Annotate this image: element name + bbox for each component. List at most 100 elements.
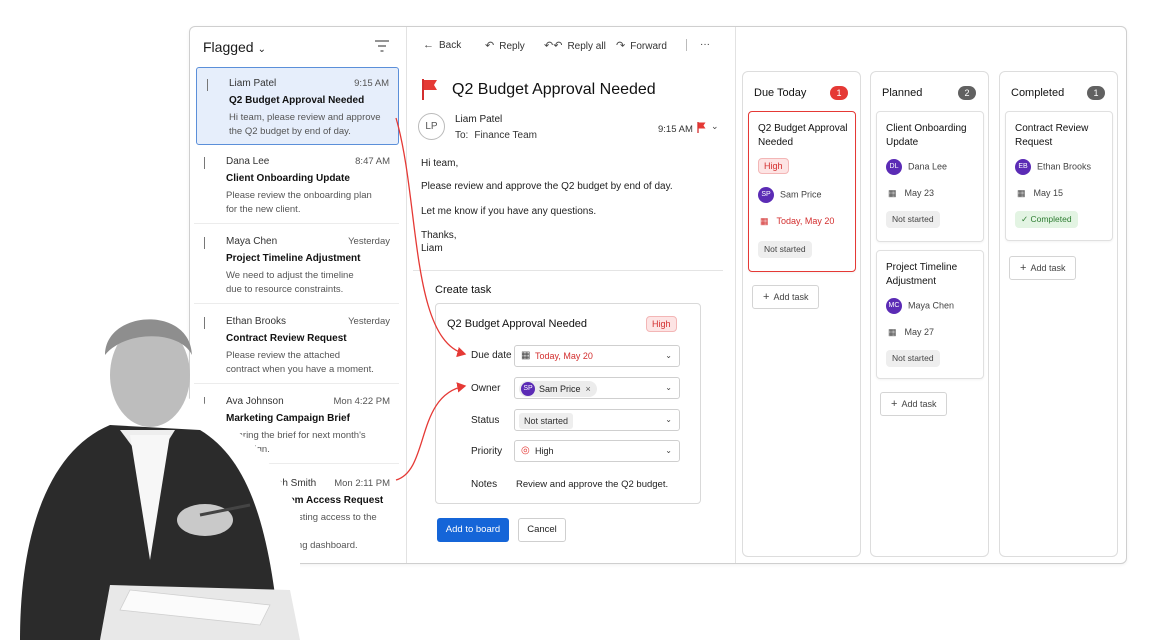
back-button[interactable]: ← Back (423, 39, 461, 51)
due-date-label: Due date (471, 350, 512, 361)
folder-dropdown[interactable]: Flagged ⌄ (203, 39, 266, 55)
card-assignee: DL Dana Lee (886, 159, 947, 175)
due-date-field[interactable]: ▦ Today, May 20 ⌄ (514, 345, 680, 367)
folder-title: Flagged (203, 39, 254, 55)
card-due-date: ▦ May 23 (888, 188, 934, 199)
task-card[interactable]: Q2 Budget Approval Needed High SP Sam Pri… (748, 111, 856, 272)
mail-item[interactable]: Dana Lee 8:47 AM Client Onboarding Updat… (194, 146, 399, 224)
card-title: Client Onboarding Update (886, 123, 967, 148)
card-due-date: ▦ Today, May 20 (760, 216, 834, 227)
mail-time: Yesterday (348, 316, 390, 327)
assignee-name: Sam Price (780, 189, 822, 200)
mail-from: Liam Patel (229, 78, 277, 89)
due-date-value: Today, May 20 (535, 351, 593, 361)
person-photo (0, 319, 300, 640)
add-task-label: Add task (901, 399, 937, 409)
count-badge: 2 (958, 86, 976, 100)
priority-value: High (535, 446, 554, 456)
due-date-text: Today, May 20 (776, 216, 835, 226)
card-title: Q2 Budget Approval Needed (758, 123, 848, 148)
reply-all-icon: ↶↶ (544, 40, 563, 52)
calendar-icon: ▦ (521, 350, 531, 361)
board-column-completed: Completed 1 Contract Review Request EB Et… (999, 71, 1118, 557)
notes-field[interactable]: Review and approve the Q2 budget. (516, 479, 668, 490)
calendar-icon: ▦ (888, 188, 897, 198)
more-options-button[interactable]: ··· (700, 39, 710, 50)
avatar: SP (758, 187, 774, 203)
plus-icon: + (763, 291, 770, 303)
notes-label: Notes (471, 479, 498, 490)
status-select[interactable]: Not started ⌄ (514, 409, 680, 431)
chevron-down-icon: ⌄ (665, 383, 672, 392)
assignee-name: Ethan Brooks (1037, 161, 1092, 172)
add-task-button[interactable]: + Add task (880, 392, 948, 416)
message-subject: Q2 Budget Approval Needed (452, 81, 656, 98)
add-task-button[interactable]: + Add task (1009, 256, 1077, 280)
to-value: Finance Team (474, 130, 537, 141)
divider (413, 270, 723, 271)
reply-label: Reply (499, 41, 525, 52)
avatar: DL (886, 159, 902, 175)
status-text: Completed (1030, 214, 1072, 224)
message-body-line: Please review and approve the Q2 budget … (421, 181, 673, 192)
mail-time: Yesterday (348, 236, 390, 247)
due-date-text: May 27 (904, 327, 935, 337)
add-to-board-button[interactable]: Add to board (437, 518, 509, 542)
count-badge: 1 (1087, 86, 1105, 100)
mail-item[interactable]: Liam Patel 9:15 AM Q2 Budget Approval Ne… (196, 67, 399, 145)
status-badge: Not started (758, 241, 812, 258)
flag-icon (207, 79, 215, 91)
create-task-heading: Create task (435, 284, 492, 296)
task-card[interactable]: Project Timeline Adjustment MC Maya Chen … (876, 250, 984, 379)
stage: Flagged ⌄ Liam Patel 9:15 AM Q2 Budget Ap… (0, 0, 1152, 640)
message-body-line: Liam (421, 243, 443, 254)
owner-chip: SP Sam Price × (519, 381, 597, 397)
mail-time: Mon 4:22 PM (333, 396, 391, 407)
due-date-text: May 15 (1033, 188, 1064, 198)
forward-label: Forward (630, 41, 667, 52)
count-badge: 1 (830, 86, 848, 100)
due-date-text: May 23 (904, 188, 935, 198)
task-card[interactable]: Client Onboarding Update DL Dana Lee ▦ May… (876, 111, 984, 242)
cancel-button[interactable]: Cancel (518, 518, 566, 542)
card-assignee: EB Ethan Brooks (1015, 159, 1091, 175)
flag-icon (204, 157, 212, 169)
message-body-line: Hi team, (421, 158, 459, 169)
message-recipients: To: Finance Team (455, 130, 537, 141)
chevron-down-icon[interactable]: ⌄ (711, 121, 719, 132)
assignee-name: Maya Chen (908, 300, 955, 311)
add-task-label: Add task (1030, 263, 1066, 273)
mail-time: 9:15 AM (354, 78, 389, 89)
back-label: Back (439, 40, 462, 51)
status-chip: Not started (519, 413, 574, 429)
status-badge: Not started (886, 350, 940, 367)
flag-icon[interactable] (697, 122, 706, 133)
reply-all-button[interactable]: ↶↶ Reply all (544, 39, 606, 52)
status-label: Status (471, 415, 500, 426)
add-task-button[interactable]: + Add task (752, 285, 820, 309)
forward-button[interactable]: ↷ Forward (616, 39, 667, 52)
reply-all-label: Reply all (567, 41, 606, 52)
priority-icon: ◎ (521, 445, 530, 456)
chevron-down-icon: ⌄ (665, 446, 672, 455)
priority-label: Priority (471, 446, 503, 457)
task-card[interactable]: Contract Review Request EB Ethan Brooks ▦… (1005, 111, 1113, 241)
reply-icon: ↶ (485, 40, 495, 52)
preview-line: for the new client. (226, 204, 301, 215)
reply-button[interactable]: ↶ Reply (485, 39, 525, 52)
chevron-down-icon: ⌄ (665, 415, 672, 424)
status-badge: Not started (886, 211, 940, 228)
owner-field[interactable]: SP Sam Price × ⌄ (514, 377, 680, 399)
to-label: To: (455, 130, 469, 141)
mail-time: 8:47 AM (355, 156, 390, 167)
close-icon[interactable]: × (586, 384, 591, 394)
priority-select[interactable]: ◎ High ⌄ (514, 440, 680, 462)
flag-icon (422, 79, 437, 100)
card-due-date: ▦ May 15 (1017, 188, 1063, 199)
avatar: LP (418, 113, 445, 140)
column-title: Planned (882, 87, 923, 99)
column-title: Completed (1011, 87, 1065, 99)
priority-badge: High (646, 316, 677, 332)
plus-icon: + (1020, 262, 1027, 274)
filter-icon[interactable] (375, 40, 389, 52)
